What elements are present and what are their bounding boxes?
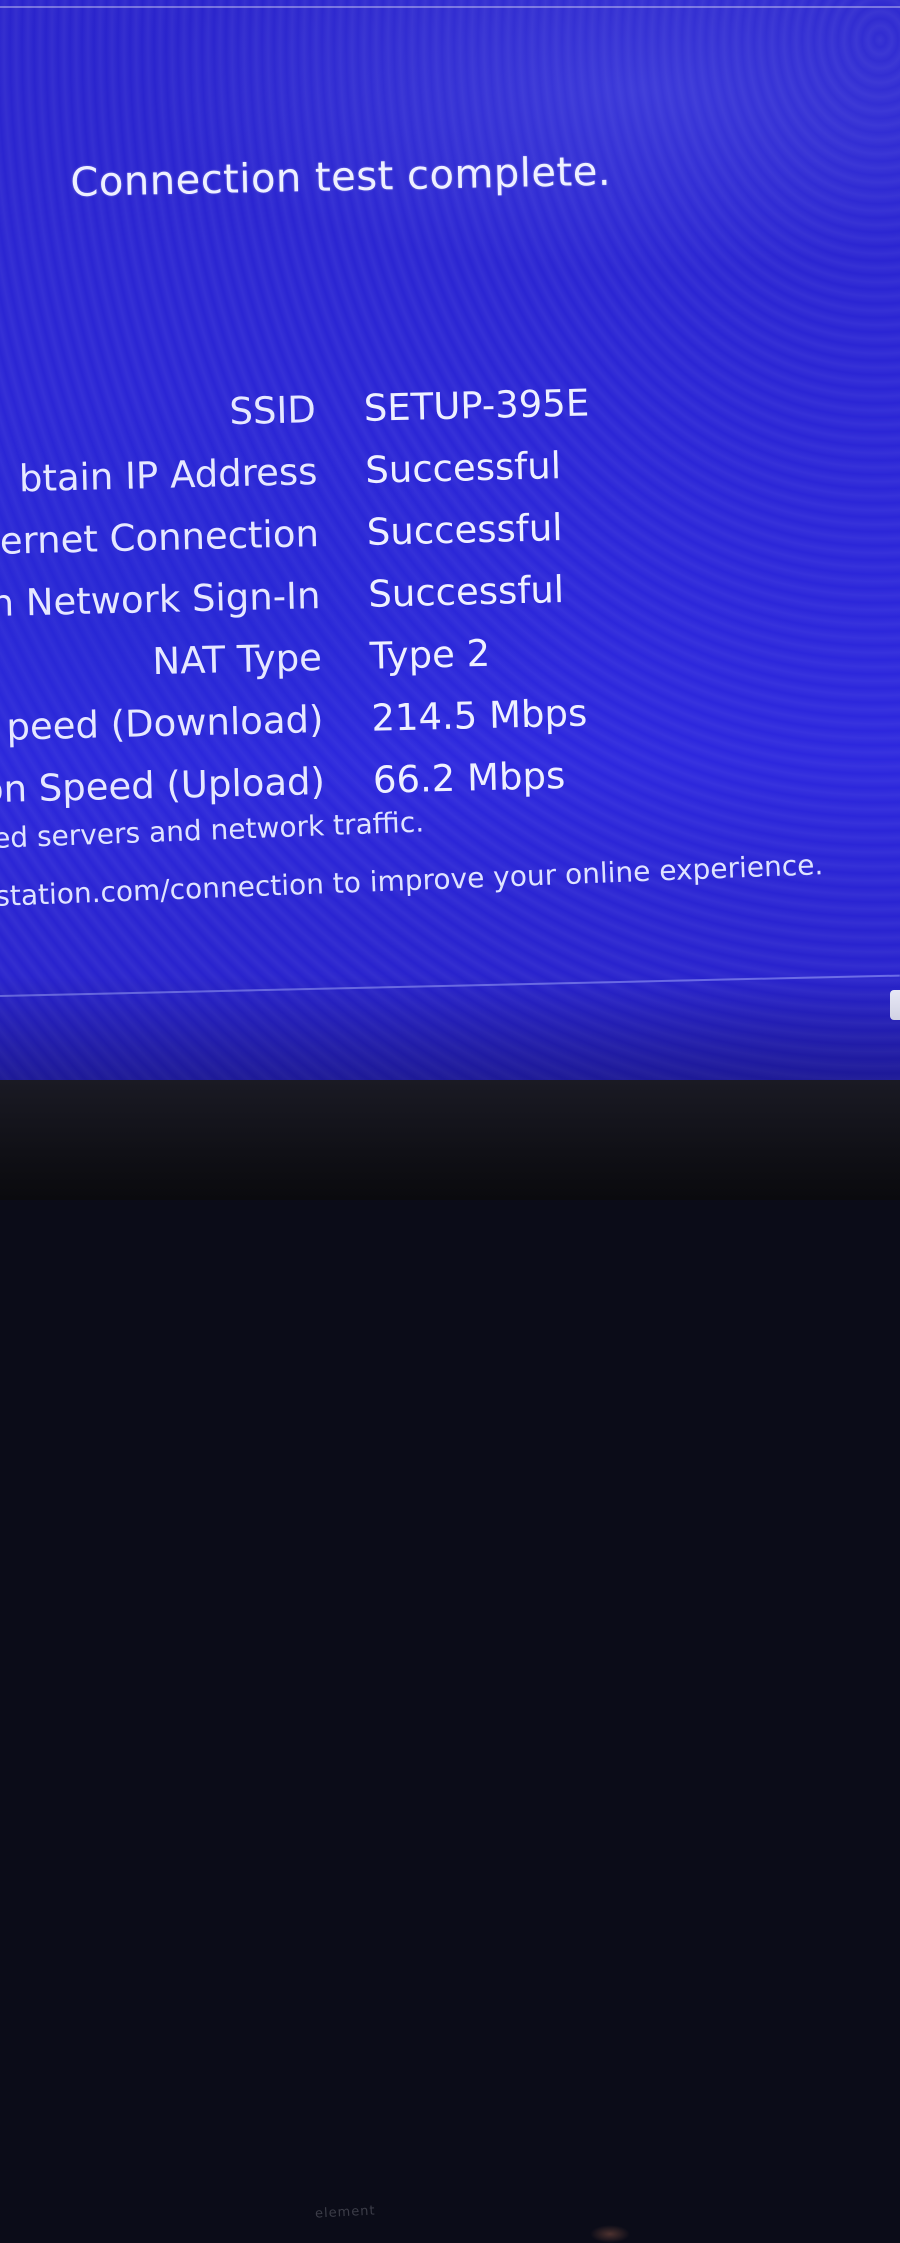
result-value: Successful: [366, 506, 564, 554]
result-label: n Network Sign-In: [0, 574, 321, 626]
result-label: SSID: [228, 388, 317, 434]
power-led-glare: [590, 2225, 630, 2243]
result-value: SETUP-395E: [363, 381, 590, 430]
result-label: NAT Type: [151, 635, 323, 684]
result-label: btain IP Address: [18, 450, 318, 501]
result-value: 214.5 Mbps: [370, 691, 588, 740]
monitor-bezel: element: [0, 1080, 900, 2243]
page-title: Connection test complete.: [70, 148, 612, 206]
result-label: ernet Connection: [0, 512, 320, 563]
scroll-indicator: [890, 990, 900, 1020]
result-value: Type 2: [369, 631, 491, 678]
results-list: SSID SETUP-395E btain IP Address Success…: [0, 366, 900, 828]
top-edge-line: [0, 6, 900, 8]
result-value: Successful: [367, 568, 565, 616]
monitor-brand-logo: element: [314, 2203, 376, 2222]
result-value: Successful: [364, 444, 562, 492]
tv-screen: Connection test complete. SSID SETUP-395…: [0, 0, 900, 1085]
footer-divider: [0, 974, 900, 997]
result-label: peed (Download): [5, 697, 324, 749]
